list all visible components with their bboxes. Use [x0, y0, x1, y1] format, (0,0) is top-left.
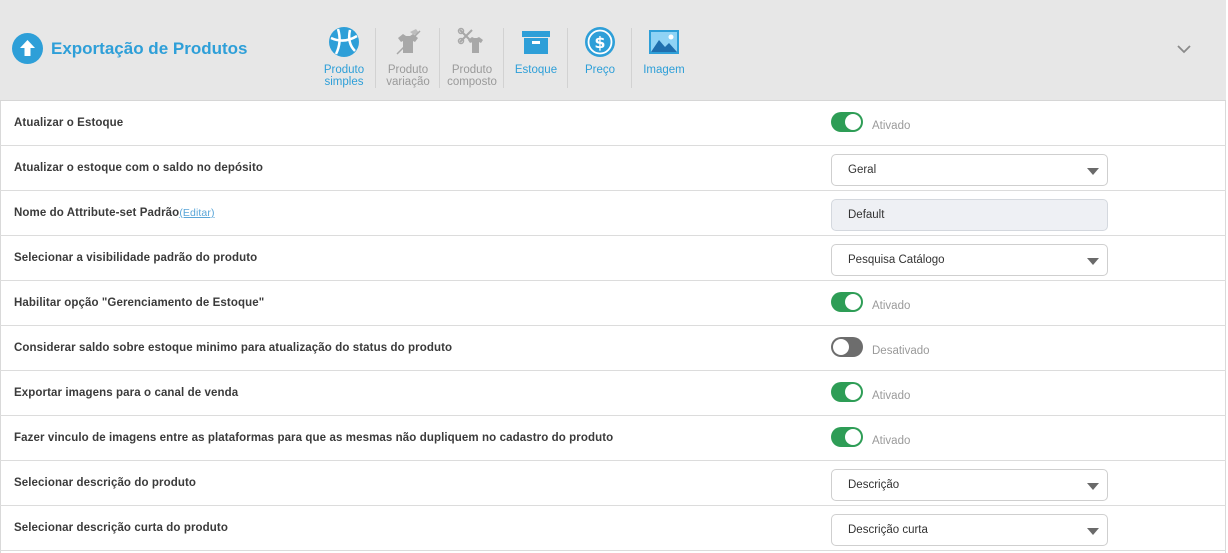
setting-row: Nome do Attribute-set Padrão(Editar) Def…	[0, 191, 1226, 236]
toggle-status: Ativado	[872, 390, 911, 402]
caret-down-icon	[1087, 168, 1099, 175]
shirt-composite-icon	[456, 26, 488, 58]
setting-row: Selecionar a visibilidade padrão do prod…	[0, 236, 1226, 281]
setting-label: Atualizar o Estoque	[14, 117, 124, 129]
setting-label: Habilitar opção "Gerenciamento de Estoqu…	[14, 297, 265, 309]
setting-row: Habilitar opção "Gerenciamento de Estoqu…	[0, 281, 1226, 326]
tab-produto-composto[interactable]: Produto composto	[440, 22, 504, 92]
toggle-switch[interactable]	[831, 427, 863, 447]
select-value: Descrição curta	[848, 524, 928, 536]
tab-produto-simples[interactable]: Produto simples	[312, 22, 376, 92]
tab-label: Preço	[584, 64, 616, 76]
tab-preco[interactable]: $ Preço	[568, 22, 632, 92]
page-title: Exportação de Produtos	[51, 39, 248, 58]
caret-down-icon	[1087, 483, 1099, 490]
shirt-variation-icon	[392, 26, 424, 58]
toggle-knob	[833, 339, 849, 355]
setting-row: Atualizar o estoque com o saldo no depós…	[0, 146, 1226, 191]
setting-label-text: Nome do Attribute-set Padrão	[14, 207, 180, 219]
box-icon	[520, 26, 552, 58]
setting-row: Atualizar o Estoque Ativado	[0, 101, 1226, 146]
tab-label: Imagem	[643, 64, 685, 76]
toggle-knob	[845, 429, 861, 445]
setting-label: Nome do Attribute-set Padrão(Editar)	[14, 207, 215, 219]
caret-down-icon	[1087, 528, 1099, 535]
tab-label: Produto variação	[386, 64, 430, 88]
chevron-down-icon[interactable]	[1176, 42, 1192, 54]
tab-estoque[interactable]: Estoque	[504, 22, 568, 92]
setting-label: Selecionar descrição do produto	[14, 477, 197, 489]
dollar-icon: $	[584, 26, 616, 58]
visibility-select[interactable]: Pesquisa Catálogo	[831, 244, 1108, 276]
attribute-set-field: Default	[831, 199, 1108, 231]
svg-text:$: $	[594, 33, 605, 52]
tab-label: Estoque	[514, 64, 558, 76]
toggle-knob	[845, 384, 861, 400]
setting-row: Selecionar descrição do produto Descriçã…	[0, 461, 1226, 506]
setting-row: Fazer vinculo de imagens entre as plataf…	[0, 416, 1226, 461]
tab-label: Produto simples	[323, 64, 365, 88]
deposit-select[interactable]: Geral	[831, 154, 1108, 186]
edit-link[interactable]: (Editar)	[179, 207, 214, 219]
caret-down-icon	[1087, 258, 1099, 265]
toggle-switch[interactable]	[831, 292, 863, 312]
setting-label: Fazer vinculo de imagens entre as plataf…	[14, 432, 614, 444]
toggle-status: Ativado	[872, 120, 911, 132]
description-select[interactable]: Descrição	[831, 469, 1108, 501]
toggle-status: Desativado	[872, 345, 930, 357]
short-description-select[interactable]: Descrição curta	[831, 514, 1108, 546]
select-value: Descrição	[848, 479, 900, 491]
setting-row: Selecionar descrição curta do produto De…	[0, 506, 1226, 551]
select-value: Geral	[848, 164, 877, 176]
setting-label: Selecionar a visibilidade padrão do prod…	[14, 252, 258, 264]
field-value: Default	[848, 209, 885, 221]
setting-label: Selecionar descrição curta do produto	[14, 522, 228, 534]
toggle-knob	[845, 294, 861, 310]
toggle-switch[interactable]	[831, 337, 863, 357]
image-icon	[648, 26, 680, 58]
setting-label: Considerar saldo sobre estoque minimo pa…	[14, 342, 453, 354]
toggle-status: Ativado	[872, 300, 911, 312]
tab-produto-variacao[interactable]: Produto variação	[376, 22, 440, 92]
upload-arrow-icon[interactable]	[12, 33, 43, 64]
setting-row: Considerar saldo sobre estoque minimo pa…	[0, 326, 1226, 371]
ball-icon	[328, 26, 360, 58]
panel-header: Exportação de Produtos Produto simples P…	[0, 0, 1226, 101]
setting-label: Exportar imagens para o canal de venda	[14, 387, 239, 399]
select-value: Pesquisa Catálogo	[848, 254, 945, 266]
setting-row: Exportar imagens para o canal de venda A…	[0, 371, 1226, 416]
tab-label: Produto composto	[447, 64, 497, 88]
toggle-switch[interactable]	[831, 382, 863, 402]
toggle-knob	[845, 114, 861, 130]
setting-label: Atualizar o estoque com o saldo no depós…	[14, 162, 264, 174]
tab-imagem[interactable]: Imagem	[632, 22, 696, 92]
settings-list: Atualizar o Estoque Ativado Atualizar o …	[0, 101, 1226, 551]
toggle-switch[interactable]	[831, 112, 863, 132]
toggle-status: Ativado	[872, 435, 911, 447]
